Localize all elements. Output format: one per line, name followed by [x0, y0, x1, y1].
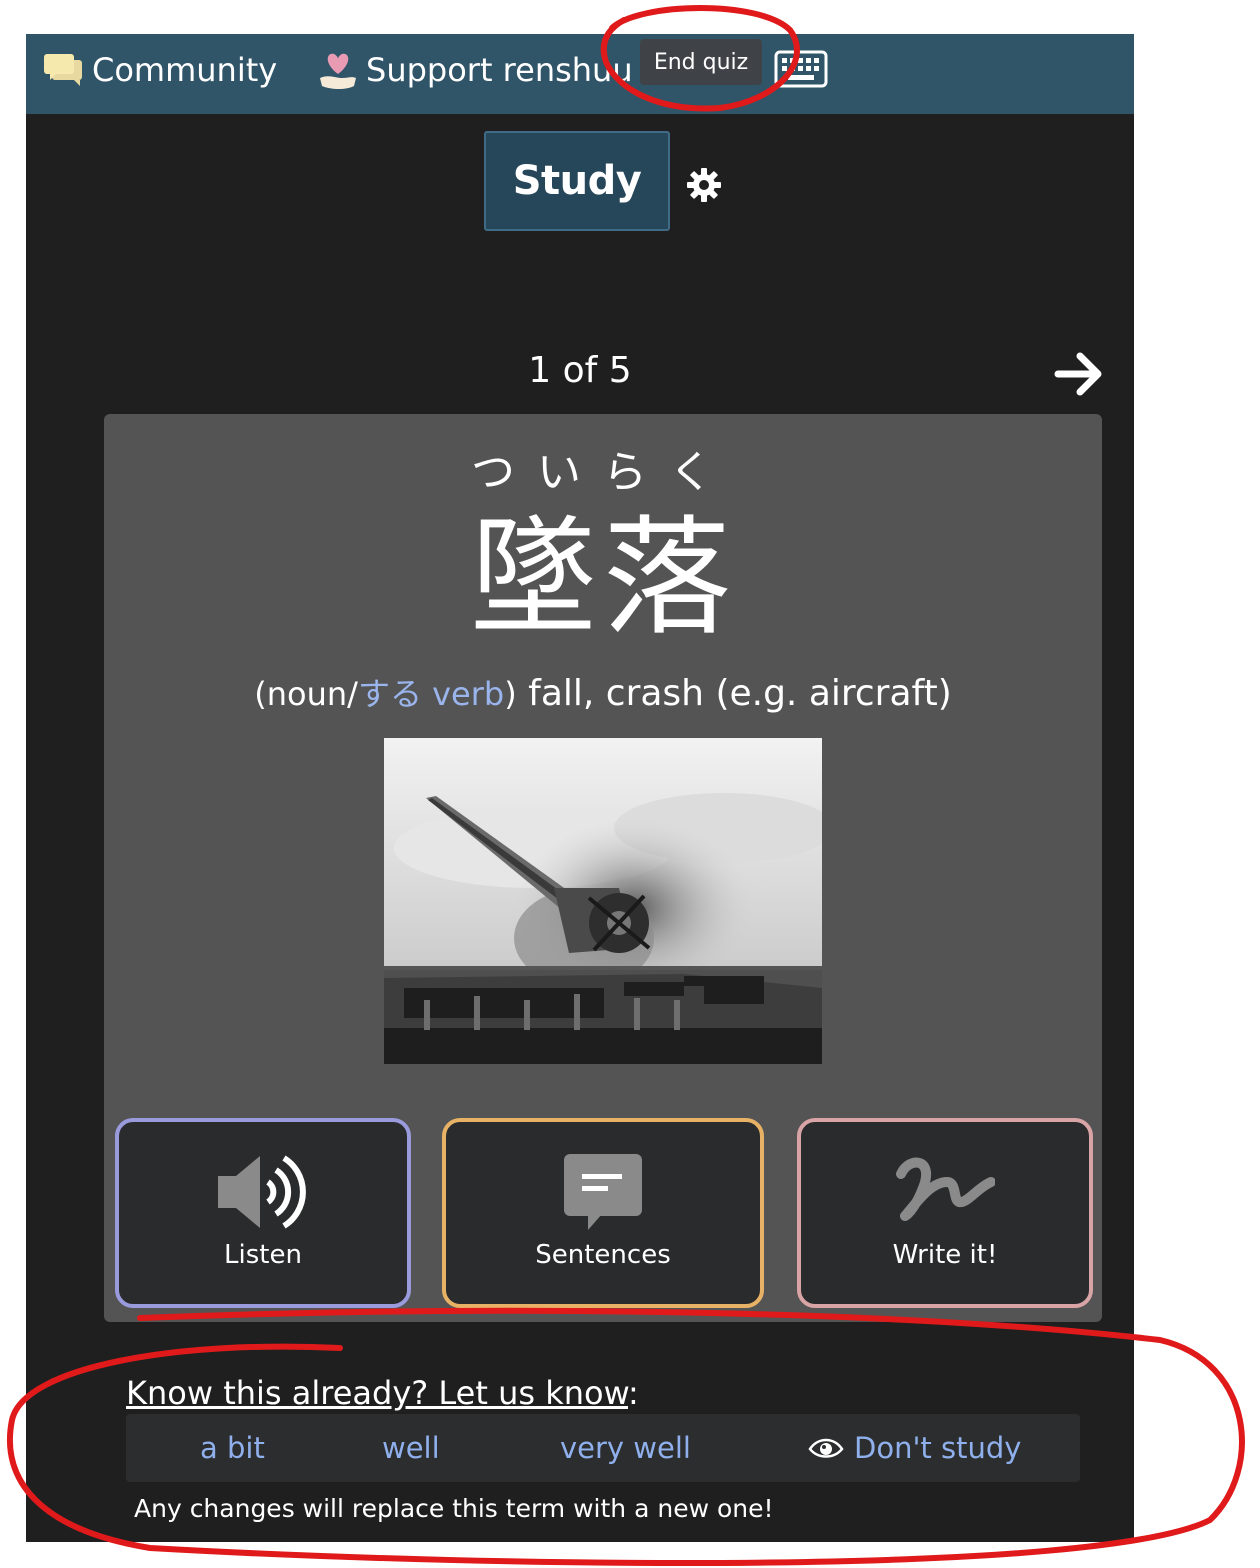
know-this-colon: : — [628, 1374, 639, 1412]
community-link[interactable]: Community — [42, 48, 277, 92]
gear-icon[interactable] — [686, 167, 722, 203]
option-very-well[interactable]: very well — [560, 1414, 691, 1482]
furigana-reading: ついらく — [471, 447, 735, 498]
write-button[interactable]: Write it! — [797, 1118, 1093, 1308]
keyboard-icon[interactable] — [774, 50, 828, 88]
replace-term-note: Any changes will replace this term with … — [134, 1494, 774, 1523]
speaker-icon — [218, 1155, 306, 1229]
end-quiz-label: End quiz — [653, 49, 749, 75]
crash-photo — [384, 738, 822, 1064]
definition: (noun/する verb) fall, crash (e.g. aircraf… — [104, 672, 1102, 716]
kanji-term: 墜落 — [468, 504, 737, 653]
top-navbar: Community Support renshuu End quiz — [26, 34, 1134, 114]
familiarity-options: a bit well very well Don't study — [126, 1414, 1080, 1482]
heart-hand-icon — [320, 53, 356, 89]
meaning-text: fall, crash (e.g. aircraft) — [516, 673, 952, 714]
support-link[interactable]: Support renshuu — [316, 48, 633, 92]
chat-bubbles-icon — [44, 54, 82, 86]
handwriting-squiggle-icon — [896, 1157, 995, 1221]
support-label: Support renshuu — [366, 51, 633, 89]
know-this-heading: Know this already? Let us know: — [126, 1374, 639, 1412]
sentences-label: Sentences — [535, 1240, 671, 1270]
end-quiz-button[interactable]: End quiz — [640, 39, 762, 85]
option-well[interactable]: well — [382, 1414, 440, 1482]
community-label: Community — [92, 51, 278, 89]
option-a-bit-label: a bit — [200, 1431, 265, 1465]
question-counter: 1 of 5 — [528, 350, 632, 391]
study-tab-label: Study — [512, 158, 642, 204]
suru-verb-link[interactable]: する verb — [358, 675, 504, 713]
sentences-button[interactable]: Sentences — [442, 1118, 764, 1308]
listen-button[interactable]: Listen — [115, 1118, 411, 1308]
arrow-right-icon[interactable] — [1054, 350, 1104, 398]
flashcard: ついらく 墜落 (noun/する verb) fall, crash (e.g.… — [104, 414, 1102, 1322]
listen-label: Listen — [224, 1240, 302, 1270]
know-this-link[interactable]: Know this already? Let us know — [126, 1374, 628, 1412]
write-label: Write it! — [892, 1240, 998, 1270]
option-very-well-label: very well — [560, 1431, 691, 1465]
option-well-label: well — [382, 1431, 440, 1465]
option-a-bit[interactable]: a bit — [200, 1414, 265, 1482]
pos-close: ) — [504, 675, 517, 713]
eye-icon — [808, 1438, 844, 1458]
pos-open: (noun/ — [254, 675, 358, 713]
study-tab[interactable]: Study — [484, 131, 670, 231]
speech-bubble-icon — [564, 1154, 642, 1230]
app-window: Community Support renshuu End quiz Study — [26, 34, 1134, 1542]
option-dont-study-label: Don't study — [854, 1431, 1022, 1465]
option-dont-study[interactable]: Don't study — [808, 1414, 1021, 1482]
